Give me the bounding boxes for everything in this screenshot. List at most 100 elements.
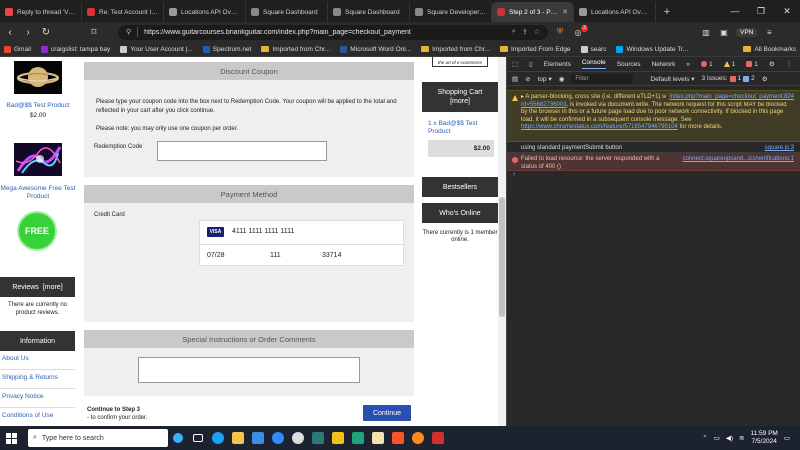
inspect-icon[interactable]: ⬚ [512,60,518,68]
browser-tab[interactable]: Square Dashboard [246,2,328,22]
minimize-icon[interactable]: — [722,0,748,22]
error-count[interactable]: 1 [701,61,713,68]
new-tab-button[interactable]: + [660,2,674,22]
browser-tab[interactable]: Step 2 of 3 - Pa… ✕ [492,2,574,22]
share-icon[interactable]: ⇪ [522,28,528,36]
reload-icon[interactable]: ↻ [40,27,52,38]
windows-start-icon[interactable] [0,426,22,450]
firefox-icon[interactable] [408,426,428,450]
volume-icon[interactable]: ◀) [726,434,733,442]
saturn-image[interactable] [14,61,62,94]
issue-count[interactable]: 1 [746,61,758,68]
cvv-field[interactable]: 111 [270,252,281,259]
console-prompt[interactable]: › [513,171,515,178]
browser-tab[interactable]: Reply to thread 'VISA… [0,2,82,22]
chrome-icon[interactable] [288,426,308,450]
context-select[interactable]: top ▾ [538,75,552,83]
close-tab-icon[interactable]: ✕ [562,8,568,16]
reviews-more-link[interactable]: [more] [43,284,63,291]
url-text[interactable]: https://www.guitarcourses.briankguitar.c… [144,29,506,36]
browser-tab[interactable]: Square Developer Da… [410,2,492,22]
close-icon[interactable]: ✕ [774,0,800,22]
notes-icon[interactable] [328,426,348,450]
store-logo[interactable]: the art of e-commerce [432,57,488,67]
about-us-link[interactable]: About Us [2,355,29,362]
shipping-returns-link[interactable]: Shipping & Returns [2,374,58,381]
chevron-up-icon[interactable]: ⌃ [702,434,707,442]
app2-icon[interactable] [348,426,368,450]
card-number-field[interactable]: 4111 1111 1111 1111 [232,228,294,235]
vpn-button[interactable]: VPN [736,27,758,37]
store-icon[interactable] [248,426,268,450]
taskbar-search[interactable]: ⌕ Type here to search [28,429,168,447]
browser-tab[interactable]: Re: Test Account Info [82,2,164,22]
bookmark-item[interactable]: Imported from Chr... [421,46,490,53]
task-view-icon[interactable] [188,426,208,450]
extension-icon[interactable]: ◎ 3 [572,24,588,37]
tab-network[interactable]: Network [652,61,676,68]
comments-textarea[interactable] [138,357,360,383]
warning-source-link[interactable]: index.php?main_page=checkout_payment:824 [666,94,794,102]
wifi-icon[interactable]: ≋ [739,434,744,442]
brave-icon[interactable] [388,426,408,450]
sidebar-icon[interactable]: ▥ [700,28,712,37]
tab-console[interactable]: Console [581,59,606,69]
bookmark-item[interactable]: Spectrum.net [202,45,251,53]
issues-summary[interactable]: 3 Issues: 1 2 [702,75,755,82]
star-icon[interactable]: ☆ [534,28,540,36]
filter-input[interactable]: Filter [571,73,634,84]
tablet-icon[interactable] [368,426,388,450]
levels-select[interactable]: Default levels ▾ [650,75,694,83]
privacy-notice-link[interactable]: Privacy Notice [2,393,44,400]
red-app-icon[interactable] [428,426,448,450]
console-settings-icon[interactable]: ⚙ [762,75,768,83]
sidebar-product-1[interactable]: Bad@$$ Test Product $2.00 [0,61,76,119]
bookmark-item[interactable]: Your User Account |... [120,45,193,53]
browser-tab[interactable]: Locations API Overvi… [164,2,246,22]
bookmark-item[interactable]: Microsoft Word Onl... [340,45,411,53]
page-scrollbar[interactable] [498,57,506,426]
tab-elements[interactable]: Elements [544,61,571,68]
more-tabs[interactable]: » [686,61,690,68]
scroll-thumb[interactable] [499,197,505,317]
browser-tab[interactable]: Square Dashboard [328,2,410,22]
wallet-icon[interactable]: ▣ [718,28,730,37]
sidebar-toggle-icon[interactable]: ▤ [512,75,518,83]
site-info-icon[interactable]: ⚲ [126,28,131,36]
address-bar[interactable]: ⚲ https://www.guitarcourses.briankguitar… [118,24,548,40]
menu-icon[interactable]: ≡ [763,28,775,37]
redemption-code-input[interactable] [157,141,327,161]
error-source-link[interactable]: connect.squareupsand...ics/verifications… [674,156,794,164]
bookmark-item[interactable]: Windows Update Tr... [616,45,688,53]
bookmark-item[interactable]: craigslist: tampa bay [40,45,110,53]
bookmark-item[interactable]: Gmail [4,45,31,53]
back-icon[interactable]: ‹ [4,27,16,38]
bookmark-item[interactable]: Imported from Chr... [261,46,330,53]
cortana-icon[interactable] [168,426,188,450]
log-source-link[interactable]: square.js:3 [765,145,794,153]
chromestatus-link[interactable]: https://www.chromestatus.com/feature/571… [521,124,678,130]
all-bookmarks[interactable]: All Bookmarks [743,46,796,53]
maximize-icon[interactable]: ❐ [748,0,774,22]
browser-tab[interactable]: Locations API Overvi… [574,2,656,22]
clear-console-icon[interactable]: ⊘ [525,75,530,83]
abstract-image[interactable] [14,143,62,176]
shield-icon[interactable]: ⛨ [554,27,566,37]
app-icon[interactable] [308,426,328,450]
expiry-field[interactable]: 07/28 [207,252,225,259]
forward-icon[interactable]: › [22,27,34,38]
product-name[interactable]: Mega Awesome Free Test Product [0,185,76,201]
eye-icon[interactable]: ◉ [559,75,565,83]
tab-sources[interactable]: Sources [617,61,641,68]
edge-icon[interactable] [208,426,228,450]
conditions-of-use-link[interactable]: Conditions of Use [2,412,53,419]
continue-button[interactable]: Continue [363,405,411,421]
product-name[interactable]: Bad@$$ Test Product [0,102,76,110]
notification-center-icon[interactable]: ▭ [784,434,790,442]
file-explorer-icon[interactable] [228,426,248,450]
bookmark-item[interactable]: Imported From Edge [499,46,571,53]
sidebar-product-2[interactable]: Mega Awesome Free Test Product [0,143,76,201]
cart-item-link[interactable]: 1 x Bad@$$ Test Product [428,120,494,136]
settings-icon[interactable]: ⚙ [769,60,775,68]
bookmark-item[interactable]: searc [580,45,606,53]
